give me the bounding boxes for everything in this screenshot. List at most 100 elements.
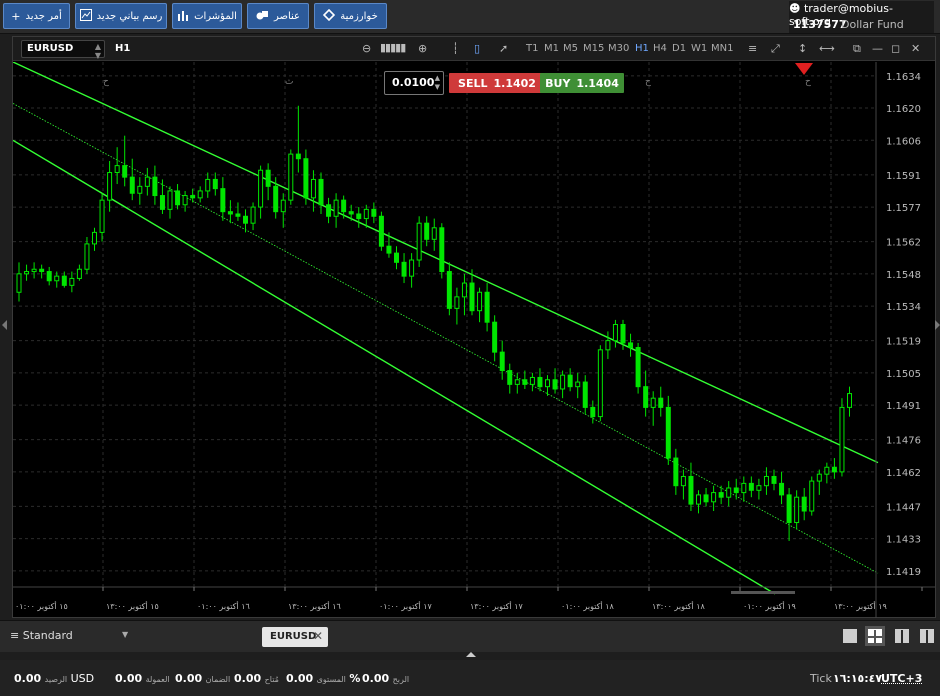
shapes-icon	[256, 9, 269, 24]
minimize-window-icon[interactable]: —	[872, 42, 883, 55]
sell-button[interactable]: SELL 1.1402	[449, 73, 545, 93]
buy-label: BUY	[545, 76, 571, 90]
candle-body	[182, 195, 188, 206]
candle-body	[560, 374, 566, 390]
percent-sign: %	[349, 672, 361, 685]
margin-label: الضمان	[205, 675, 231, 684]
time-scrollbar	[731, 591, 795, 594]
currency: USD	[70, 672, 95, 685]
price-tick-label: 1.1491	[886, 401, 921, 412]
time-tick-label: ١٨ أكتوبر ١٣:٠٠	[652, 601, 706, 611]
candle-chart-type-icon[interactable]: ▯	[474, 42, 480, 55]
zoom-slider[interactable]: ▮▮▮▮▮	[380, 41, 406, 54]
timeframe-MN1[interactable]: MN1	[711, 43, 733, 54]
candle-body	[227, 211, 233, 215]
price-tick-label: 1.1634	[886, 72, 921, 83]
candle-body	[522, 379, 528, 385]
expand-panel-arrow-icon[interactable]	[466, 652, 476, 657]
candle-body	[703, 494, 709, 503]
current-timeframe: H1	[115, 43, 131, 54]
timeframe-M5[interactable]: M5	[563, 43, 578, 54]
zoom-in-icon[interactable]: ⊕	[418, 42, 427, 55]
close-window-icon[interactable]: ✕	[911, 42, 920, 55]
balance-label: الرصيد	[44, 675, 68, 684]
timezone-select[interactable]: UTC+3	[881, 672, 922, 685]
candle-body	[280, 199, 286, 213]
template-value: Standard	[22, 629, 73, 642]
zoom-out-icon[interactable]: ⊖	[362, 42, 371, 55]
collapse-left-arrow-icon[interactable]	[2, 320, 7, 330]
timeframe-M1[interactable]: M1	[544, 43, 559, 54]
candle-body	[310, 178, 316, 199]
timeframe-D1[interactable]: D1	[672, 43, 686, 54]
layout-columns-icon[interactable]	[895, 629, 909, 644]
profit-label: الربح	[392, 675, 410, 684]
new-order-button[interactable]: أمر جديد +	[3, 3, 70, 29]
chart-tabs-bar: ≡ Standard ▼ EURUSD ✕	[0, 620, 940, 652]
range-tool-icon[interactable]: ⟷	[819, 42, 835, 55]
timeframe-M15[interactable]: M15	[583, 43, 604, 54]
candle-body	[152, 176, 158, 197]
candle-body	[801, 496, 807, 512]
timeframe-M30[interactable]: M30	[608, 43, 629, 54]
detach-window-icon[interactable]: ⧉	[853, 42, 861, 56]
layout-single-icon[interactable]	[843, 629, 857, 643]
new-chart-button[interactable]: رسم بياني جديد	[75, 3, 167, 29]
collapse-right-arrow-icon[interactable]	[935, 320, 940, 330]
candle-body	[771, 475, 777, 484]
balance-value: 0.00	[14, 672, 42, 685]
candle-body	[831, 466, 837, 473]
algorithms-button[interactable]: خوارزمية	[314, 3, 387, 29]
symbol-value: EURUSD	[27, 43, 74, 54]
price-tick-label: 1.1505	[886, 369, 921, 380]
candle-body	[31, 268, 37, 273]
indicators-label: المؤشرات	[194, 10, 237, 22]
candle-body	[499, 351, 505, 372]
timeframe-H4[interactable]: H4	[653, 43, 667, 54]
spinner-icon[interactable]: ▲ ▼	[435, 74, 440, 92]
timeframe-T1[interactable]: T1	[526, 43, 538, 54]
timeframe-H1[interactable]: H1	[635, 43, 649, 54]
vertical-line-tool-icon[interactable]: ↕	[798, 42, 807, 55]
buy-button[interactable]: BUY 1.1404	[540, 73, 624, 93]
candle-body	[197, 190, 203, 199]
candle-body	[597, 349, 603, 418]
candle-body	[628, 342, 634, 349]
bar-chart-type-icon[interactable]: ┆	[452, 42, 459, 55]
symbol-select[interactable]: EURUSD ▲ ▼	[21, 40, 105, 60]
indicators-button[interactable]: المؤشرات	[172, 3, 242, 29]
time-tick-label: ١٩ أكتوبر ١٣:٠٠	[834, 601, 887, 611]
time-tick-label: ١٦ أكتوبر ٠١:٠٠	[197, 601, 250, 611]
candle-body	[341, 199, 347, 213]
channel-line	[13, 62, 879, 464]
price-chart[interactable]: 1.1634 1.1620 1.1606 1.1591 1.1577 1.1562 1.15…	[13, 62, 935, 618]
chart-tab-eurusd[interactable]: EURUSD ✕	[262, 627, 328, 647]
user-icon: ☻	[789, 2, 801, 15]
available-label: مُتاح	[264, 675, 279, 684]
lot-size-input[interactable]: 0.0100 ▲ ▼	[384, 71, 444, 95]
price-tick-label: 1.1591	[886, 171, 921, 182]
objects-button[interactable]: عناصر	[247, 3, 309, 29]
candle-body	[348, 211, 354, 215]
line-chart-icon	[79, 8, 92, 24]
candle-body	[220, 188, 226, 213]
candle-body	[378, 215, 384, 247]
candle-body	[76, 268, 82, 279]
line-chart-type-icon[interactable]: ➚	[499, 42, 508, 55]
timeframe-W1[interactable]: W1	[691, 43, 707, 54]
horizontal-line-tool-icon[interactable]: ≡	[748, 42, 757, 55]
close-tab-icon[interactable]: ✕	[313, 629, 323, 643]
candle-body	[326, 204, 332, 217]
new-chart-label: رسم بياني جديد	[96, 10, 163, 22]
layout-grid-icon[interactable]	[865, 626, 885, 646]
template-select[interactable]: ≡ Standard ▼	[10, 629, 128, 642]
candle-body	[386, 245, 392, 254]
candle-body	[431, 227, 437, 240]
candle-body	[658, 397, 664, 408]
layout-rows-icon[interactable]	[920, 629, 934, 644]
time-tick-label: ١٧ أكتوبر ٠١:٠٠	[379, 601, 433, 611]
account-panel[interactable]: ☻ trader@mobius-soft.org 1137577 Dollar …	[789, 1, 934, 33]
trend-line-tool-icon[interactable]: ⤢	[771, 42, 780, 56]
maximize-window-icon[interactable]: ◻	[891, 42, 900, 55]
candle-body	[650, 397, 656, 408]
